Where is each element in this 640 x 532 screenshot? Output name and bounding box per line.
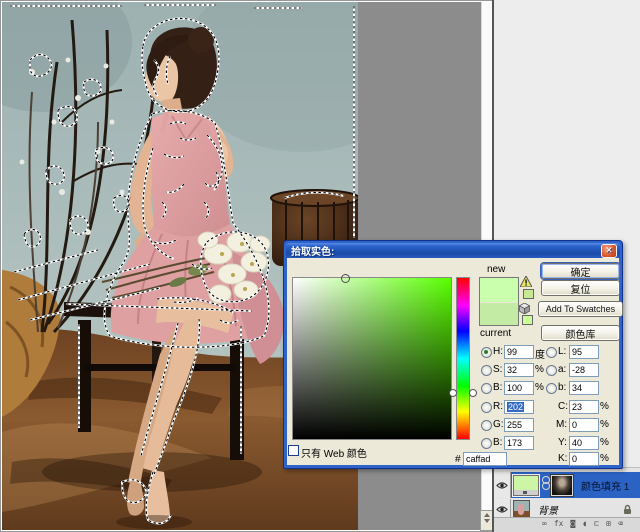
gamut-warning-icon[interactable]	[520, 276, 532, 287]
g-label: G:	[493, 419, 504, 430]
c-input[interactable]: 23	[569, 400, 599, 414]
l-label: L:	[558, 346, 566, 357]
adjustment-layer-icon[interactable]: ◖	[582, 520, 587, 528]
link-layers-icon[interactable]: ∞	[542, 520, 547, 528]
delete-layer-icon[interactable]: ⌫	[618, 520, 623, 528]
m-unit: %	[600, 419, 609, 430]
c-unit: %	[600, 401, 609, 412]
photoshop-window: 颜色填充 1 背景 ∞ fx ◙ ◖ ⊏ ⊞ ⌫ 拾取实色: ✕	[0, 0, 640, 532]
color-field-marker-icon[interactable]	[341, 274, 350, 283]
web-colors-only-label: 只有 Web 颜色	[301, 445, 367, 460]
add-to-swatches-button[interactable]: Add To Swatches	[538, 301, 623, 317]
layers-panel: 颜色填充 1 背景 ∞ fx ◙ ◖ ⊏ ⊞ ⌫	[494, 467, 640, 532]
new-color-swatch	[480, 278, 518, 302]
k-label: K:	[558, 453, 567, 464]
layer-name[interactable]: 背景	[538, 502, 558, 517]
color-compare-swatches	[479, 277, 519, 326]
lock-icon	[623, 504, 632, 515]
color-picker-dialog: 拾取实色: ✕ new current	[283, 240, 623, 469]
h-input[interactable]: 99	[504, 345, 534, 359]
new-color-label: new	[487, 264, 505, 275]
current-color-label: current	[480, 328, 511, 339]
visibility-toggle[interactable]	[494, 472, 511, 498]
a-input[interactable]: -28	[569, 363, 599, 377]
hue-slider-handle-right[interactable]	[469, 389, 477, 397]
b-hsb-unit: %	[535, 382, 544, 393]
c-label: C:	[558, 401, 568, 412]
y-input[interactable]: 40	[569, 436, 599, 450]
scroll-down-icon[interactable]	[484, 519, 490, 523]
hue-slider[interactable]	[456, 277, 470, 440]
k-input[interactable]: 0	[569, 452, 599, 466]
eye-icon	[496, 481, 508, 490]
y-label: Y:	[558, 437, 567, 448]
fill-layer-thumbnail[interactable]	[513, 475, 539, 496]
dialog-title: 拾取实色:	[291, 243, 334, 258]
m-input[interactable]: 0	[569, 418, 599, 432]
scroll-up-icon[interactable]	[484, 513, 490, 517]
hex-input[interactable]: caffad	[463, 452, 507, 466]
layer-row-color-fill[interactable]: 颜色填充 1	[511, 472, 640, 498]
ok-button[interactable]: 确定	[541, 263, 620, 279]
web-safe-swatch[interactable]	[522, 315, 533, 325]
dialog-titlebar[interactable]: 拾取实色: ✕	[286, 243, 620, 258]
s-label: S:	[493, 364, 502, 375]
s-radio[interactable]	[481, 365, 492, 376]
a-label: a:	[558, 364, 566, 375]
dialog-body: new current 确定 复位 Add To Swatches 颜色库	[287, 258, 619, 465]
layer-mask-thumbnail[interactable]	[551, 475, 573, 496]
m-label: M:	[556, 419, 567, 430]
y-unit: %	[600, 437, 609, 448]
b-rgb-radio[interactable]	[481, 438, 492, 449]
l-input[interactable]: 95	[569, 345, 599, 359]
reset-button[interactable]: 复位	[541, 280, 620, 296]
b-lab-input[interactable]: 34	[569, 381, 599, 395]
h-label: H:	[493, 346, 503, 357]
layer-mask-icon[interactable]: ◙	[570, 520, 575, 528]
b-hsb-input[interactable]: 100	[504, 381, 534, 395]
r-radio[interactable]	[481, 402, 492, 413]
g-radio[interactable]	[481, 420, 492, 431]
g-input[interactable]: 255	[504, 418, 534, 432]
mask-link-icon[interactable]	[542, 478, 549, 492]
a-radio[interactable]	[546, 365, 557, 376]
gamut-swatch[interactable]	[523, 289, 534, 299]
close-icon[interactable]: ✕	[601, 244, 617, 258]
b-rgb-label: B:	[493, 437, 502, 448]
s-unit: %	[535, 364, 544, 375]
saturation-brightness-field[interactable]	[292, 277, 452, 440]
layer-style-icon[interactable]: fx	[554, 520, 564, 528]
k-unit: %	[600, 453, 609, 464]
b-rgb-input[interactable]: 173	[504, 436, 534, 450]
s-input[interactable]: 32	[504, 363, 534, 377]
layer-group-icon[interactable]: ⊏	[594, 520, 599, 528]
color-libraries-button[interactable]: 颜色库	[541, 325, 620, 341]
b-lab-radio[interactable]	[546, 383, 557, 394]
h-radio[interactable]	[481, 347, 492, 358]
layers-panel-toolbar: ∞ fx ◙ ◖ ⊏ ⊞ ⌫	[494, 517, 640, 532]
eye-icon	[496, 505, 508, 514]
h-unit: 度	[535, 346, 545, 361]
web-safe-cube-icon[interactable]	[519, 303, 530, 314]
web-colors-only-checkbox[interactable]	[288, 445, 299, 456]
new-layer-icon[interactable]: ⊞	[606, 520, 611, 528]
r-label: R:	[493, 401, 503, 412]
current-color-swatch[interactable]	[480, 303, 518, 325]
l-radio[interactable]	[546, 347, 557, 358]
hue-slider-handle-left[interactable]	[449, 389, 457, 397]
layer-name[interactable]: 颜色填充 1	[581, 478, 629, 493]
b-lab-label: b:	[558, 382, 566, 393]
b-hsb-label: B:	[493, 382, 502, 393]
b-hsb-radio[interactable]	[481, 383, 492, 394]
r-input[interactable]: 202	[504, 400, 534, 414]
hex-label: #	[455, 454, 461, 465]
